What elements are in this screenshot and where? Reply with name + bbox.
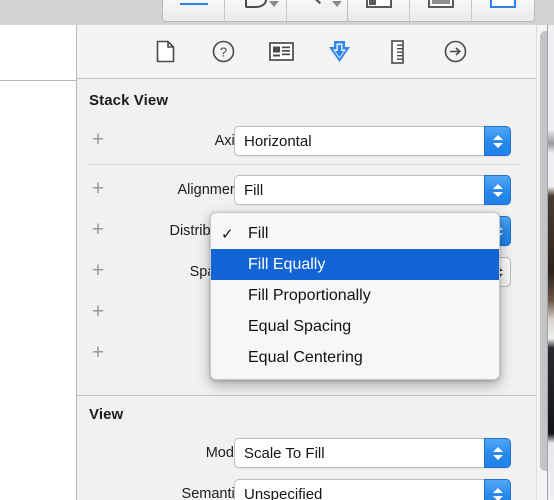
add-variation-button-spacing[interactable]: +	[88, 260, 108, 282]
popup-mode-stepper[interactable]	[484, 438, 511, 468]
identity-card-icon	[268, 42, 294, 61]
popup-alignment-stepper[interactable]	[484, 175, 511, 205]
section-divider	[77, 395, 537, 396]
popup-alignment-value: Fill	[244, 181, 264, 199]
arrow-right-circle-icon	[444, 40, 467, 63]
row-axis: + Axis Horizontal	[77, 126, 527, 156]
app-window: ? Stack View + Axis Horizontal + Alignme…	[0, 0, 554, 500]
autolayout-button-group	[162, 0, 350, 22]
inspector-tab-size[interactable]	[382, 37, 412, 67]
row-mode: Mode Scale To Fill	[77, 438, 527, 468]
menu-item-fill-equally[interactable]: Fill Equally	[211, 249, 499, 280]
add-variation-button-extra-2[interactable]: +	[88, 342, 108, 364]
checkmark-icon: ✓	[221, 225, 234, 243]
popup-semantic[interactable]: Unspecified	[234, 479, 511, 500]
label-alignment: Alignment	[177, 182, 242, 198]
popup-axis-value: Horizontal	[244, 132, 312, 150]
menu-item-label: Fill Equally	[248, 255, 326, 273]
popup-axis-stepper[interactable]	[484, 126, 511, 156]
chevron-down-icon	[492, 191, 503, 197]
editor-mode-button-group	[347, 0, 535, 22]
add-variation-button-distribution[interactable]: +	[88, 219, 108, 241]
chevron-up-icon	[492, 134, 503, 140]
assistant-editor-icon	[427, 0, 454, 8]
popup-axis[interactable]: Horizontal	[234, 126, 511, 156]
chevron-up-icon	[492, 183, 503, 189]
row-divider	[89, 164, 519, 165]
chevron-down-icon	[332, 1, 342, 7]
inspector-tab-attributes[interactable]	[324, 37, 354, 67]
chevron-down-icon	[492, 495, 503, 500]
attributes-arrow-down-icon	[327, 39, 352, 65]
pin-icon	[308, 0, 328, 8]
standard-editor-icon	[365, 0, 392, 8]
distribution-dropdown-menu[interactable]: ✓ Fill Fill Equally Fill Proportionally …	[210, 212, 500, 380]
chevron-up-icon	[492, 446, 503, 452]
file-icon	[156, 40, 175, 63]
add-variation-button-axis[interactable]: +	[88, 129, 108, 151]
popup-alignment[interactable]: Fill	[234, 175, 511, 205]
inspector-tab-bar: ?	[77, 25, 537, 79]
canvas-divider	[0, 80, 76, 81]
ruler-icon	[390, 39, 405, 64]
background-window-sliver	[547, 25, 554, 500]
inspector-tab-connections[interactable]	[440, 37, 470, 67]
align-icon	[179, 0, 208, 8]
popup-semantic-stepper[interactable]	[484, 479, 511, 500]
menu-item-label: Fill	[248, 224, 269, 242]
assistant-editor-button[interactable]	[410, 0, 472, 21]
menu-item-label: Equal Centering	[248, 348, 363, 366]
inspector-tab-quick-help[interactable]: ?	[208, 37, 238, 67]
menu-item-fill-proportionally[interactable]: Fill Proportionally	[211, 280, 499, 311]
add-variation-button-alignment[interactable]: +	[88, 178, 108, 200]
menu-item-label: Equal Spacing	[248, 317, 352, 335]
popup-mode[interactable]: Scale To Fill	[234, 438, 511, 468]
canvas-area	[0, 25, 77, 500]
resolve-auto-layout-issues-button[interactable]	[225, 0, 287, 21]
popup-mode-value: Scale To Fill	[244, 444, 325, 462]
inspector-tab-identity[interactable]	[266, 37, 296, 67]
row-semantic: Semantic Unspecified	[77, 479, 527, 500]
popup-semantic-value: Unspecified	[244, 485, 323, 500]
menu-item-fill[interactable]: ✓ Fill	[211, 218, 499, 249]
version-editor-button[interactable]	[472, 0, 534, 21]
menu-item-equal-centering[interactable]: Equal Centering	[211, 342, 499, 373]
chevron-down-icon	[269, 1, 279, 7]
pin-button[interactable]	[287, 0, 349, 21]
editor-toolbar	[0, 0, 554, 26]
label-semantic: Semantic	[181, 486, 242, 500]
chevron-down-icon	[492, 142, 503, 148]
resolve-icon	[244, 0, 267, 8]
section-title-view: View	[89, 406, 124, 423]
chevron-down-icon	[492, 454, 503, 460]
align-button[interactable]	[163, 0, 225, 21]
chevron-up-icon	[492, 487, 503, 493]
add-variation-button-extra-1[interactable]: +	[88, 301, 108, 323]
menu-item-equal-spacing[interactable]: Equal Spacing	[211, 311, 499, 342]
standard-editor-button[interactable]	[348, 0, 410, 21]
question-circle-icon: ?	[212, 40, 235, 63]
menu-item-label: Fill Proportionally	[248, 286, 371, 304]
version-editor-icon	[490, 0, 516, 8]
section-title-stack-view: Stack View	[89, 92, 169, 109]
svg-text:?: ?	[219, 45, 226, 60]
row-alignment: + Alignment Fill	[77, 175, 527, 205]
inspector-tab-file[interactable]	[150, 37, 180, 67]
